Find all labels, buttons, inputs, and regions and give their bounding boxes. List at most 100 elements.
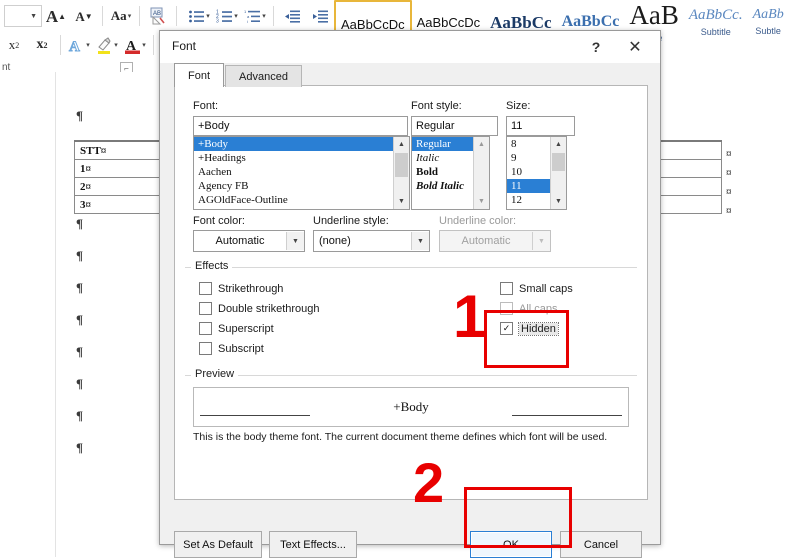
dialog-tabs: Font Advanced [174,63,303,87]
font-color-icon[interactable]: A ▾ [121,33,149,57]
scrollbar-thumb[interactable] [552,153,565,171]
scroll-up-icon[interactable]: ▲ [551,137,566,152]
checkbox-box[interactable] [500,282,513,295]
style-preview: AaB [629,0,679,30]
ribbon-separator [139,6,140,26]
tab-font[interactable]: Font [174,63,225,87]
underline-style-dropdown[interactable]: (none) ▼ [313,230,430,252]
font-size-list-item[interactable]: 10 [507,165,551,179]
font-style-input[interactable]: Regular [411,116,498,136]
style-preview: AaBbCc [561,13,620,30]
checkbox-subscript[interactable]: Subscript [199,342,264,355]
font-list-item[interactable]: +Body [194,137,394,151]
style-item-subtle[interactable]: AaBb Subtle [748,0,789,44]
font-size-list-item[interactable]: 9 [507,151,551,165]
chevron-down-icon[interactable]: ▼ [286,232,304,250]
style-preview: AaBb [752,7,784,22]
paragraph-mark: ¶ [76,408,84,423]
checkbox-superscript[interactable]: Superscript [199,322,274,335]
font-list-item[interactable]: +Headings [194,151,394,165]
preview-group-divider [185,375,637,376]
text-effects-button[interactable]: Text Effects... [269,531,357,558]
font-style-list-scrollbar[interactable]: ▲ ▼ [473,137,489,209]
font-size-list-item[interactable]: 12 [507,193,551,207]
font-size-dropdown-arrow-icon[interactable]: ▼ [4,5,42,27]
ribbon-separator [176,6,177,26]
font-style-list-item[interactable]: Italic [412,151,474,165]
font-list-item[interactable]: AGOldFace-Outline [194,193,394,207]
paragraph-mark: ¶ [76,108,84,123]
checkbox-strikethrough[interactable]: Strikethrough [199,282,283,295]
checkbox-box[interactable] [199,302,212,315]
style-label: Subtitle [700,26,731,37]
scroll-down-icon[interactable]: ▼ [474,194,489,209]
change-case-icon[interactable]: Aa ▾ [107,4,135,28]
set-as-default-button[interactable]: Set As Default [174,531,262,558]
chevron-down-icon: ▼ [532,232,550,250]
chevron-down-icon[interactable]: ▼ [411,232,429,250]
font-tab-panel: Font: Font style: Size: +Body Regular 11… [174,85,648,500]
tab-advanced[interactable]: Advanced [225,65,302,87]
subscript-icon[interactable]: x2 [0,33,28,57]
checkbox-box[interactable] [199,322,212,335]
shrink-font-icon[interactable]: A ▼ [70,4,98,28]
svg-text:3: 3 [216,18,219,23]
paragraph-mark: ¶ [76,216,84,231]
close-icon[interactable]: ✕ [620,36,650,58]
checkbox-small-caps[interactable]: Small caps [500,282,573,295]
font-dialog: Font ? ✕ Font Advanced Font: Font style:… [159,30,661,558]
font-list[interactable]: +Body +Headings Aachen Agency FB AGOldFa… [193,136,410,210]
text-effects-icon[interactable]: A ▾ [65,33,93,57]
preview-rule-left [200,415,310,416]
svg-text:A: A [69,39,80,54]
preview-rule-right [512,415,622,416]
scroll-down-icon[interactable]: ▼ [551,194,566,209]
checkbox-double-strikethrough[interactable]: Double strikethrough [199,302,320,315]
help-icon[interactable]: ? [584,36,608,58]
preview-group-title: Preview [191,368,239,380]
bullets-icon[interactable]: ▾ [185,4,213,28]
superscript-icon[interactable]: x2 [28,33,56,57]
font-style-list-item[interactable]: Bold Italic [412,179,474,193]
style-item-subtitle[interactable]: AaBbCc. Subtitle [684,0,748,44]
style-preview: AaBbCc [490,12,552,32]
numbering-icon[interactable]: 1 2 3 ▾ [213,4,241,28]
scroll-up-icon[interactable]: ▲ [474,137,489,152]
increase-indent-icon[interactable] [306,4,334,28]
font-style-list-item[interactable]: Bold [412,165,474,179]
preview-text: +Body [393,399,429,414]
font-size-list-item[interactable]: 11 [507,179,551,193]
font-size-input[interactable]: 11 [506,116,575,136]
font-style-list[interactable]: Regular Italic Bold Bold Italic ▲ ▼ [411,136,490,210]
multilevel-list-icon[interactable]: 1 a i ▾ [241,4,269,28]
font-name-input[interactable]: +Body [193,116,408,136]
font-list-item[interactable]: Aachen [194,165,394,179]
font-label: Font: [193,100,219,112]
annotation-step-1: 1 [453,283,487,350]
underline-style-label: Underline style: [313,215,389,227]
scrollbar-thumb[interactable] [395,153,408,177]
clear-formatting-icon[interactable]: AB [144,4,172,28]
font-size-list[interactable]: 8 9 10 11 12 ▲ ▼ [506,136,567,210]
text-highlight-color-icon[interactable]: ▾ [93,33,121,57]
grow-font-icon[interactable]: A ▲ [42,4,70,28]
font-style-list-item[interactable]: Regular [412,137,474,151]
font-color-dropdown[interactable]: Automatic ▼ [193,230,305,252]
font-list-scrollbar[interactable]: ▲ ▼ [393,137,409,209]
paragraph-mark: ¶ [76,376,84,391]
font-size-list-scrollbar[interactable]: ▲ ▼ [550,137,566,209]
checkbox-label: Superscript [218,322,274,335]
style-preview: AaBbCcDc [341,16,405,32]
decrease-indent-icon[interactable] [278,4,306,28]
paragraph-mark: ¶ [76,344,84,359]
checkbox-label: Strikethrough [218,282,284,295]
checkbox-box[interactable] [199,342,212,355]
font-color-label: Font color: [193,215,245,227]
scroll-up-icon[interactable]: ▲ [394,137,409,152]
cancel-button[interactable]: Cancel [560,531,642,558]
font-list-item[interactable]: Agency FB [194,179,394,193]
checkbox-box[interactable] [199,282,212,295]
underline-color-value: Automatic [461,235,511,247]
font-size-list-item[interactable]: 8 [507,137,551,151]
scroll-down-icon[interactable]: ▼ [394,194,409,209]
